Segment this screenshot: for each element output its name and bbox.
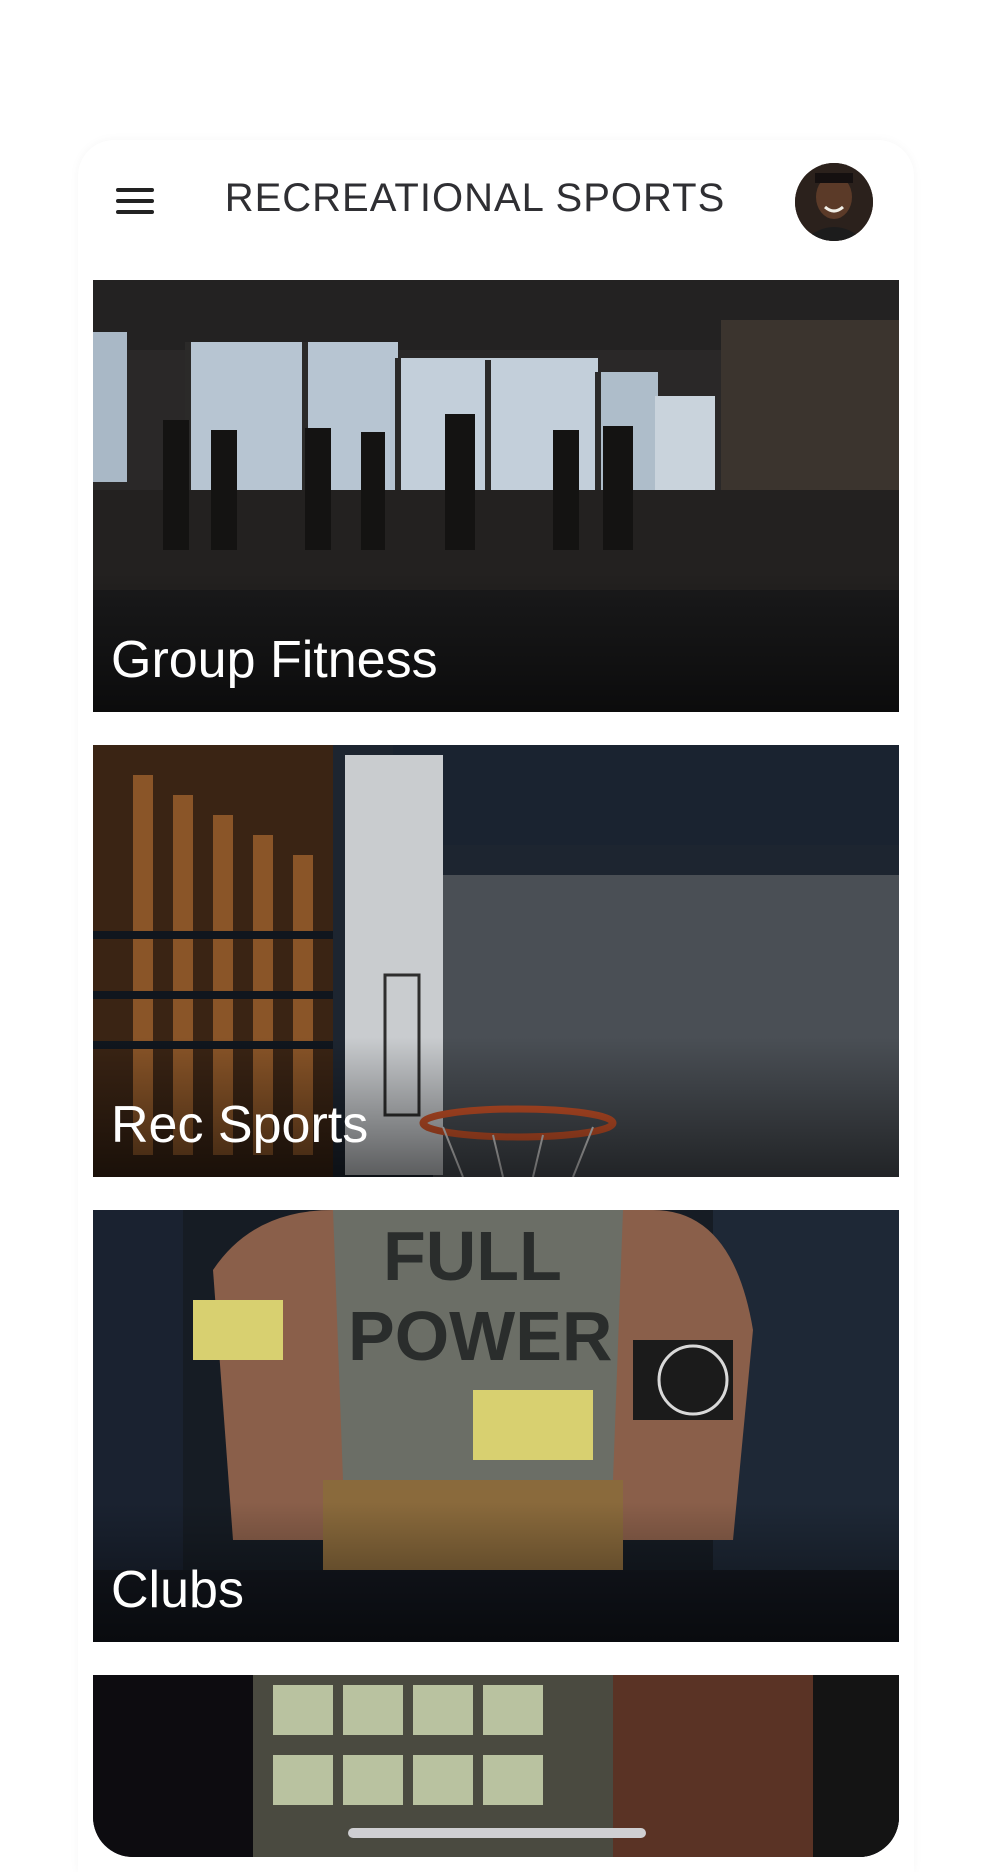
hamburger-menu-icon-line [116, 199, 154, 203]
avatar-image [795, 163, 873, 241]
card-group-fitness[interactable]: Group Fitness [93, 280, 899, 712]
card-rec-sports[interactable]: Rec Sports [93, 745, 899, 1177]
page-title: RECREATIONAL SPORTS [224, 176, 726, 220]
svg-text:POWER: POWER [348, 1297, 612, 1375]
card-clubs[interactable]: FULL POWER Clubs [93, 1210, 899, 1642]
card-label: Rec Sports [111, 1096, 369, 1154]
menu-button[interactable] [112, 182, 160, 222]
card-label: Clubs [111, 1561, 244, 1619]
card-label: Group Fitness [111, 631, 438, 689]
hamburger-menu-icon-line [116, 210, 154, 214]
home-indicator[interactable] [348, 1828, 646, 1838]
hamburger-menu-icon [116, 188, 154, 192]
svg-text:FULL: FULL [383, 1217, 562, 1295]
user-avatar[interactable] [795, 163, 873, 241]
